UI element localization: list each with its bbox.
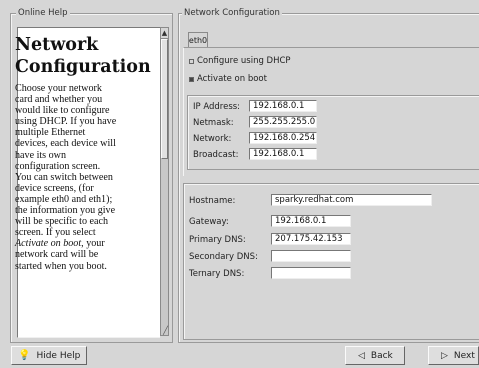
- resize-grip-icon: ╱: [163, 326, 168, 335]
- help-line: multiple Ethernet: [15, 127, 86, 139]
- help-line: example eth0 and eth1);: [15, 193, 113, 205]
- help-body: Choose your network card and whether you…: [15, 83, 155, 272]
- ternary-dns-field[interactable]: [271, 267, 351, 279]
- next-button[interactable]: ▷ Next: [428, 346, 479, 365]
- help-scrollbar[interactable]: ▲ ╱: [160, 27, 169, 336]
- primary-dns-label: Primary DNS:: [189, 235, 246, 245]
- help-line: card and whether you: [15, 94, 103, 106]
- activate-on-boot-checkbox[interactable]: Activate on boot: [189, 74, 267, 84]
- help-line: configuration screen.: [15, 160, 101, 172]
- gateway-label: Gateway:: [189, 217, 229, 227]
- help-line: You can switch between: [15, 171, 113, 183]
- netmask-label: Netmask:: [193, 118, 234, 128]
- hostname-field[interactable]: sparky.redhat.com: [271, 194, 432, 206]
- secondary-dns-label: Secondary DNS:: [189, 252, 258, 262]
- help-line: Choose your network: [15, 83, 102, 94]
- help-bulb-icon: 💡: [18, 350, 31, 361]
- broadcast-label: Broadcast:: [193, 150, 239, 160]
- help-line: started when you boot.: [15, 260, 107, 272]
- next-label: Next: [453, 350, 475, 361]
- help-line: screen. If you select: [15, 227, 96, 239]
- secondary-dns-field[interactable]: [271, 250, 351, 262]
- scroll-up-arrow-icon[interactable]: ▲: [161, 28, 168, 39]
- back-label: Back: [370, 350, 393, 361]
- ternary-dns-label: Ternary DNS:: [189, 269, 245, 279]
- network-config-group-title: Network Configuration: [182, 8, 282, 18]
- help-line: network card will be: [15, 249, 99, 261]
- ip-address-field[interactable]: 192.168.0.1: [249, 100, 317, 112]
- help-line: the information you give: [15, 205, 116, 217]
- gateway-field[interactable]: 192.168.0.1: [271, 215, 351, 227]
- next-arrow-icon: ▷: [441, 350, 448, 361]
- online-help-group-title: Online Help: [16, 8, 70, 18]
- activate-on-boot-label: Activate on boot: [197, 74, 267, 84]
- help-line: using DHCP. If you have: [15, 116, 117, 128]
- dhcp-checkbox-label: Configure using DHCP: [197, 56, 291, 66]
- hide-help-button[interactable]: 💡 Hide Help: [11, 346, 87, 365]
- network-label: Network:: [193, 134, 232, 144]
- network-field[interactable]: 192.168.0.254: [249, 132, 317, 144]
- ip-address-label: IP Address:: [193, 102, 241, 112]
- netmask-field[interactable]: 255.255.255.0: [249, 116, 317, 128]
- back-button[interactable]: ◁ Back: [345, 346, 405, 365]
- help-line: have its own: [15, 149, 67, 161]
- hostname-label: Hostname:: [189, 196, 236, 206]
- help-line: will be specific to each: [15, 216, 109, 228]
- scrollbar-thumb[interactable]: [161, 39, 168, 159]
- hide-help-label: Hide Help: [36, 350, 81, 361]
- help-line: device screens, (for: [15, 182, 94, 194]
- help-line: would like to configure: [15, 105, 110, 117]
- dhcp-checkbox[interactable]: Configure using DHCP: [189, 56, 291, 66]
- broadcast-field[interactable]: 192.168.0.1: [249, 148, 317, 160]
- help-line: devices, each device will: [15, 138, 116, 150]
- primary-dns-field[interactable]: 207.175.42.153: [271, 233, 351, 245]
- help-title: Network Configuration: [15, 35, 151, 77]
- activate-on-boot-checkbox-box[interactable]: [189, 76, 194, 82]
- back-arrow-icon: ◁: [358, 350, 365, 361]
- dhcp-checkbox-box[interactable]: [189, 58, 194, 64]
- tab-eth0[interactable]: eth0: [188, 32, 208, 47]
- help-line: Activate on boot, your: [15, 238, 105, 250]
